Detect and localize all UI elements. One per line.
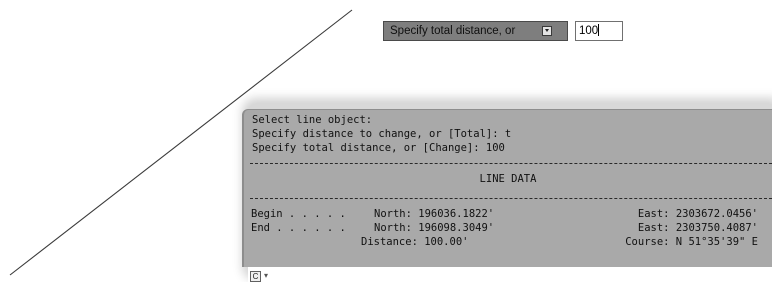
end-north: North: 196098.3049' xyxy=(374,222,495,234)
end-label: End . . . . . . xyxy=(251,222,346,234)
begin-east: East: 2303672.0456' xyxy=(637,208,758,220)
command-history-line-1: Select line object: xyxy=(252,114,373,126)
dynamic-input-prompt: Specify total distance, or xyxy=(383,21,568,41)
chevron-down-icon[interactable]: ▾ xyxy=(264,271,268,280)
command-history-line-2: Specify distance to change, or [Total]: … xyxy=(252,128,512,140)
distance-input-value: 100 xyxy=(579,25,599,37)
line-data-title: LINE DATA xyxy=(479,173,537,185)
command-input-area[interactable] xyxy=(248,267,772,282)
course-value: Course: N 51°35'39" E xyxy=(625,236,758,248)
separator-line xyxy=(250,163,772,164)
customize-button[interactable]: C xyxy=(250,271,261,282)
end-east: East: 2303750.4087' xyxy=(637,222,758,234)
text-caret xyxy=(598,24,600,36)
distance-value: Distance: 100.00' xyxy=(361,236,469,248)
begin-label: Begin . . . . . xyxy=(251,208,346,220)
command-history-line-3: Specify total distance, or [Change]: 100 xyxy=(252,142,505,154)
begin-north: North: 196036.1822' xyxy=(374,208,495,220)
down-arrow-icon[interactable] xyxy=(542,26,552,36)
dynamic-input-prompt-label: Specify total distance, or xyxy=(390,25,516,37)
command-window[interactable]: Select line object: Specify distance to … xyxy=(242,109,772,267)
separator-line xyxy=(250,198,772,199)
distance-input[interactable]: 100 xyxy=(575,21,623,41)
